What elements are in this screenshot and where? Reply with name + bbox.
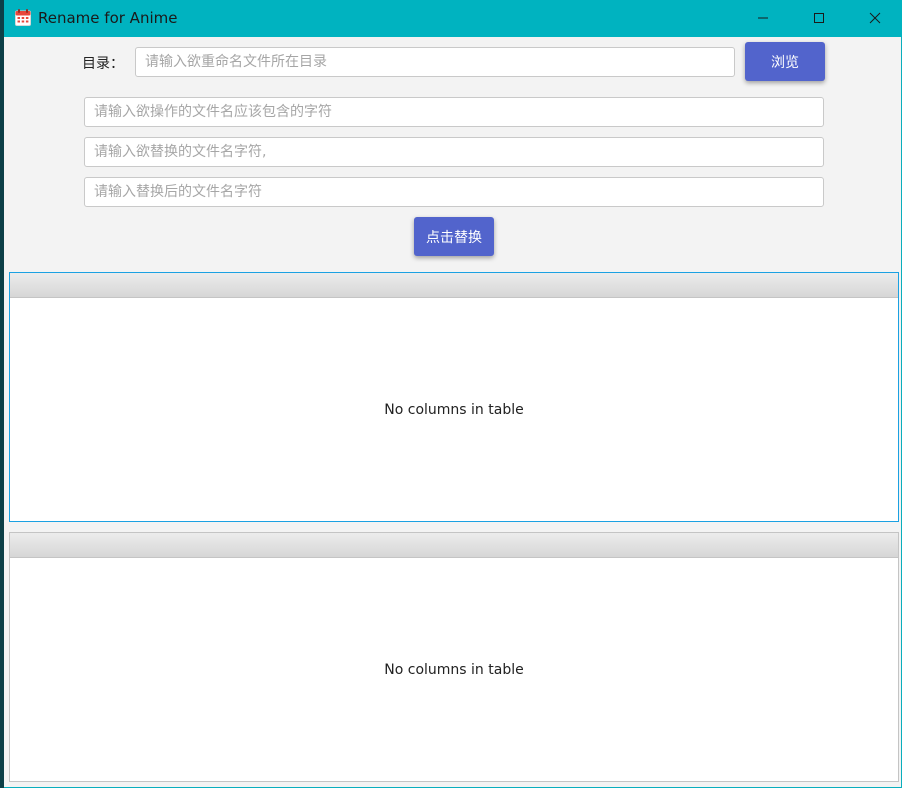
maximize-icon (814, 13, 824, 23)
replace-button[interactable]: 点击替换 (414, 217, 494, 256)
close-button[interactable] (852, 0, 898, 37)
filename-contains-input[interactable] (84, 97, 824, 127)
app-window: Rename for Anime 目录： 浏览 点击替换 No columns … (4, 0, 902, 788)
replace-to-input[interactable] (84, 177, 824, 207)
minimize-icon (758, 17, 768, 19)
before-files-table[interactable]: No columns in table (9, 272, 899, 522)
table-header (10, 533, 898, 558)
directory-input[interactable] (135, 47, 735, 77)
maximize-button[interactable] (796, 0, 842, 37)
close-icon (869, 12, 881, 24)
calendar-icon (15, 9, 31, 26)
directory-label: 目录： (82, 56, 124, 72)
table-empty-placeholder: No columns in table (384, 402, 524, 418)
browse-button[interactable]: 浏览 (745, 42, 825, 81)
table-empty-placeholder: No columns in table (384, 662, 524, 678)
window-title: Rename for Anime (38, 9, 178, 27)
table-header (10, 273, 898, 298)
after-files-table[interactable]: No columns in table (9, 532, 899, 782)
replace-from-input[interactable] (84, 137, 824, 167)
title-bar[interactable]: Rename for Anime (4, 0, 902, 37)
minimize-button[interactable] (740, 0, 786, 37)
